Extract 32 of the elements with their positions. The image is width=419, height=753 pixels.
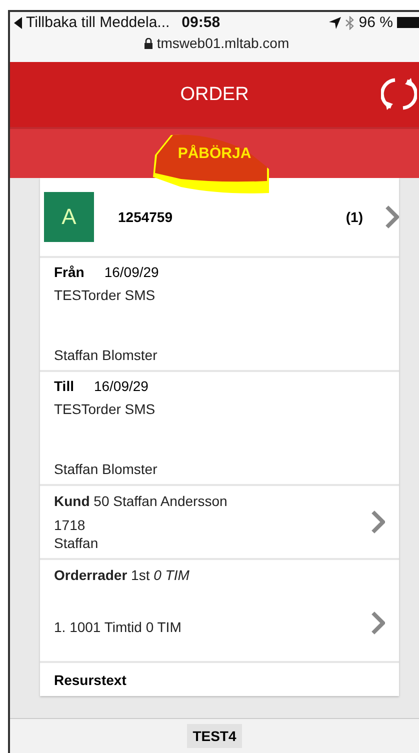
- resource-label: Resurstext: [54, 672, 126, 688]
- stop-date: 16/09/29: [94, 378, 148, 394]
- back-arrow-icon[interactable]: [14, 16, 22, 28]
- chevron-right-icon[interactable]: [385, 205, 399, 229]
- page-title: ORDER: [180, 84, 249, 106]
- customer-line: Staffan: [54, 534, 100, 552]
- chevron-right-icon[interactable]: [371, 510, 385, 534]
- battery-percent: 96 %: [358, 14, 393, 31]
- order-rows-heading: Orderrader 1st 0 TIM: [54, 566, 190, 584]
- address-line: TESTorder SMS: [54, 286, 156, 304]
- location-arrow-icon: [328, 16, 341, 28]
- status-badge: A: [44, 192, 94, 242]
- back-link[interactable]: Tillbaka till Meddela...: [26, 14, 170, 31]
- order-count: (1): [346, 209, 363, 225]
- customer-heading: Kund 50 Staffan Andersson: [54, 492, 228, 510]
- battery-icon: [397, 17, 419, 28]
- order-number: 1254759: [118, 209, 174, 225]
- clock-time: 09:58: [182, 14, 220, 31]
- stop-label: Till: [54, 378, 74, 394]
- chevron-right-icon[interactable]: [371, 610, 385, 634]
- stop-date: 16/09/29: [104, 264, 159, 280]
- address-line: Staffan Blomster: [54, 346, 158, 364]
- stop-label: Från: [54, 264, 84, 280]
- url-text[interactable]: tmsweb01.mltab.com: [156, 35, 290, 51]
- refresh-icon[interactable]: [381, 76, 417, 112]
- address-line: Staffan Blomster: [54, 460, 158, 478]
- order-row-text: 1. 1001 Timtid 0 TIM: [54, 618, 182, 636]
- bluetooth-icon: [344, 16, 355, 30]
- footer-tag: TEST4: [186, 724, 242, 748]
- address-line: TESTorder SMS: [54, 400, 156, 418]
- customer-line: 1718: [54, 516, 86, 534]
- lock-icon: [144, 38, 153, 48]
